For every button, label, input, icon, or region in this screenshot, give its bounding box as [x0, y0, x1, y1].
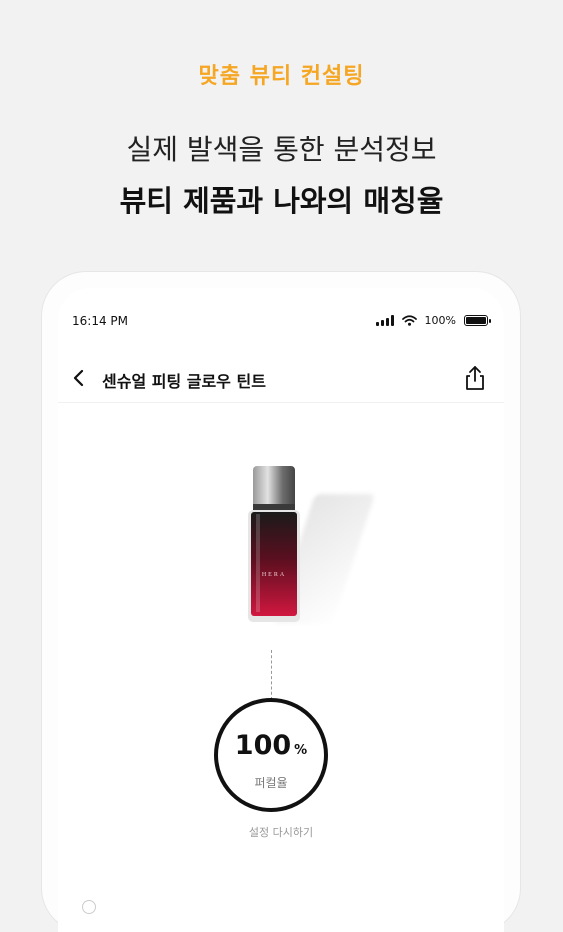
promo-kicker: 맞춤 뷰티 컨설팅 [198, 64, 365, 89]
battery-icon [464, 315, 491, 326]
connector-line [271, 650, 272, 700]
promo-headline-line2: 뷰티 제품과 나와의 매칭율 [119, 184, 444, 218]
back-button[interactable] [70, 366, 90, 390]
share-icon [466, 366, 484, 390]
nav-bar: 센슈얼 피팅 글로우 틴트 [58, 358, 504, 398]
match-rate-unit: % [294, 743, 308, 758]
match-rate-circle: 100% 퍼컬율 [214, 698, 328, 812]
chevron-left-icon [73, 369, 84, 387]
wifi-icon [401, 315, 417, 326]
product-title: 센슈얼 피팅 글로우 틴트 [102, 372, 266, 391]
share-button[interactable] [462, 364, 488, 392]
match-rate-label: 퍼컬율 [254, 776, 288, 790]
status-time: 16:14 PM [72, 314, 128, 328]
phone-screen: 16:14 PM 100% 센슈얼 피팅 글로우 틴트 HERA 100 % 퍼… [58, 288, 504, 932]
match-rate-value: 100 [234, 730, 292, 761]
battery-fill [466, 317, 486, 324]
cellular-signal-icon [375, 315, 394, 326]
status-indicators: 100% [375, 314, 491, 327]
phone-frame: 16:14 PM 100% 센슈얼 피팅 글로우 틴트 HERA 100 % 퍼… [42, 272, 520, 932]
bottom-indicator-icon [82, 900, 96, 914]
status-bar: 16:14 PM 100% [72, 314, 491, 330]
reset-settings-link[interactable]: 설정 다시하기 [58, 824, 504, 840]
battery-percent: 100% [424, 314, 456, 327]
product-brand-text: HERA [262, 572, 286, 578]
product-image: HERA [248, 466, 300, 622]
promo-headline-line1: 실제 발색을 통한 분석정보 [126, 133, 437, 166]
nav-divider [58, 402, 504, 403]
